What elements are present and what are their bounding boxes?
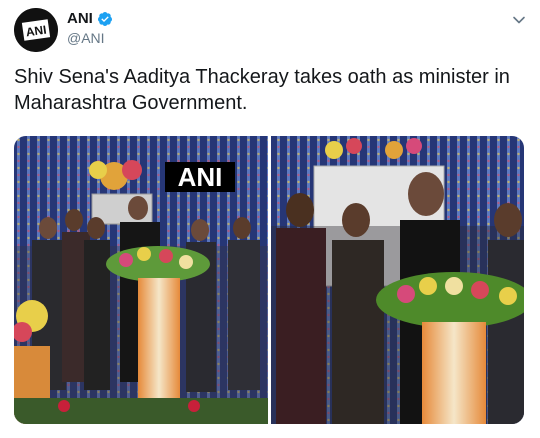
display-name-row[interactable]: ANI	[67, 10, 113, 27]
tweet-media[interactable]: ANI	[14, 136, 524, 424]
chevron-down-icon[interactable]	[511, 12, 527, 28]
tweet-text: Shiv Sena's Aaditya Thackeray takes oath…	[14, 66, 510, 114]
oath-ceremony-photo: ANI	[14, 136, 524, 424]
user-handle[interactable]: @ANI	[67, 30, 105, 46]
display-name[interactable]: ANI	[67, 10, 93, 27]
ani-logo-icon: ANI	[14, 8, 58, 52]
avatar-logo-text: ANI	[25, 23, 47, 40]
avatar[interactable]: ANI	[14, 8, 58, 52]
verified-badge-icon	[97, 11, 112, 26]
right-photo	[271, 136, 524, 424]
ani-watermark: ANI	[178, 162, 223, 192]
left-photo: ANI	[14, 136, 268, 424]
